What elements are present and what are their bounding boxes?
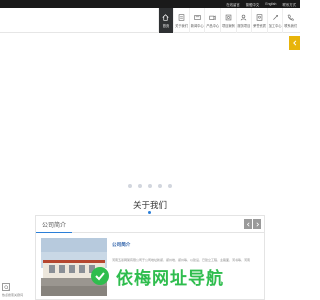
- top-link-traditional-chinese[interactable]: 繁體中文: [246, 2, 260, 7]
- product-icon: [209, 14, 216, 21]
- top-link-english[interactable]: English: [265, 2, 276, 6]
- top-links: 在线留言 繁體中文 English 联系方式: [226, 0, 296, 8]
- home-icon: [162, 13, 170, 21]
- top-utility-bar: 在线留言 繁體中文 English 联系方式: [0, 0, 300, 8]
- title-accent-dot: [148, 211, 151, 214]
- search-hotwords-label: 热点搜索关键词: [2, 293, 24, 297]
- banner-dot[interactable]: [128, 184, 132, 188]
- nav-label: 关于我们: [175, 23, 188, 28]
- nav-item-news[interactable]: 新闻中心: [188, 8, 205, 33]
- panel-title: 公司简介: [42, 223, 67, 229]
- banner-dot[interactable]: [138, 184, 142, 188]
- nav-label: 荣誉资质: [253, 23, 266, 28]
- top-link-contact[interactable]: 联系方式: [282, 2, 296, 7]
- panel-arrows: [244, 219, 261, 229]
- watermark-text: 依梅网址导航: [116, 268, 224, 288]
- honor-icon: [256, 13, 263, 21]
- service-icon: [240, 14, 247, 21]
- chevron-left-icon: [292, 40, 296, 46]
- nav-item-processing[interactable]: 加工中心: [266, 8, 283, 33]
- next-button[interactable]: [253, 219, 261, 229]
- news-icon: [194, 14, 201, 21]
- search-button[interactable]: [2, 283, 10, 291]
- main-nav: 首页 关于我们 新闻中心 产品中心 项目案例 服务项目 荣誉资质 加工中心 联系…: [157, 8, 298, 33]
- section-title-about: 关于我们: [132, 200, 167, 210]
- nav-item-cases[interactable]: 项目案例: [220, 8, 236, 33]
- nav-item-products[interactable]: 产品中心: [204, 8, 220, 33]
- process-icon: [272, 14, 279, 21]
- nav-item-honors[interactable]: 荣誉资质: [251, 8, 267, 33]
- nav-item-services[interactable]: 服务项目: [235, 8, 252, 33]
- case-icon: [225, 14, 232, 21]
- nav-label: 加工中心: [268, 23, 282, 28]
- top-link-message[interactable]: 在线留言: [226, 2, 240, 7]
- info-icon: [178, 13, 185, 21]
- search-icon: [3, 284, 9, 290]
- banner-dot[interactable]: [158, 184, 162, 188]
- watermark-logo-icon: [91, 267, 109, 285]
- nav-item-contact[interactable]: 联系我们: [282, 8, 298, 33]
- nav-label: 新闻中心: [190, 23, 204, 28]
- intro-heading: 公司简介: [112, 242, 131, 247]
- banner-pagination: [0, 184, 300, 188]
- site-header: 首页 关于我们 新闻中心 产品中心 项目案例 服务项目 荣誉资质 加工中心 联系…: [0, 8, 300, 33]
- banner-dot[interactable]: [148, 184, 152, 188]
- prev-button[interactable]: [244, 219, 252, 229]
- chevron-left-icon: [246, 221, 250, 227]
- hero-banner: [0, 33, 300, 193]
- nav-item-about[interactable]: 关于我们: [173, 8, 189, 33]
- panel-title-underline: [36, 232, 72, 233]
- banner-dot[interactable]: [168, 184, 172, 188]
- panel-header: 公司简介: [36, 216, 264, 233]
- nav-label: 服务项目: [237, 23, 251, 28]
- nav-label: 产品中心: [206, 23, 220, 28]
- contact-icon: [287, 14, 294, 21]
- side-float-toggle[interactable]: [289, 36, 300, 50]
- nav-label: 首页: [162, 23, 170, 28]
- nav-item-home[interactable]: 首页: [157, 8, 174, 33]
- watermark: 依梅网址导航: [90, 264, 250, 288]
- nav-label: 联系我们: [284, 23, 298, 28]
- nav-label: 项目案例: [221, 23, 235, 28]
- chevron-right-icon: [255, 221, 259, 227]
